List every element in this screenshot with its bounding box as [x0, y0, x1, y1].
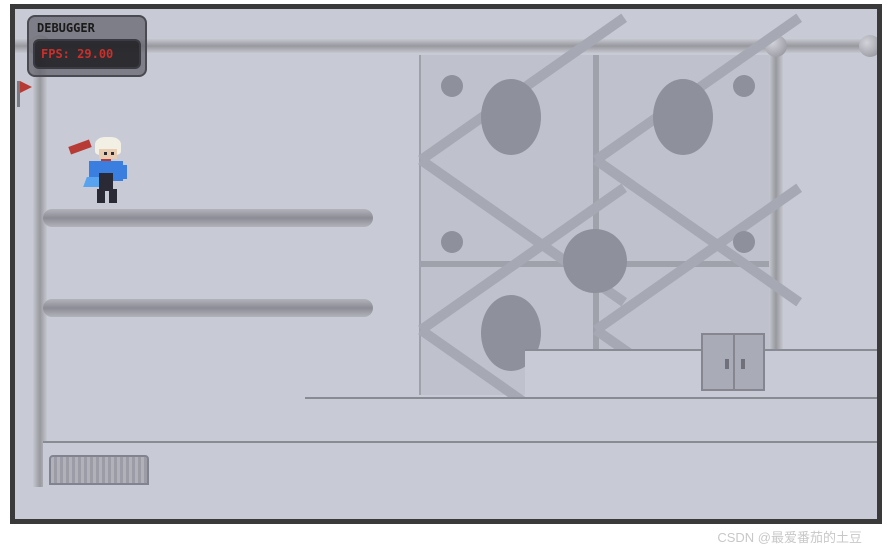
pipe-right	[769, 39, 783, 391]
debugger-panel[interactable]: DEBUGGER FPS: 29.00	[27, 15, 147, 77]
pipe-joint	[859, 35, 877, 57]
checkpoint-flag	[17, 81, 20, 107]
floor-mat	[49, 455, 149, 485]
stair-step	[305, 397, 877, 441]
platform	[43, 299, 373, 317]
platform	[43, 209, 373, 227]
ground	[15, 487, 877, 519]
watermark: CSDN @最爱番茄的土豆	[717, 527, 862, 546]
fps-value: 29.00	[77, 47, 113, 61]
fps-readout: FPS: 29.00	[33, 39, 141, 69]
player-character[interactable]	[75, 137, 135, 197]
debugger-title: DEBUGGER	[33, 21, 141, 39]
fps-label: FPS:	[41, 47, 70, 61]
locker[interactable]	[701, 333, 765, 391]
pipe-left	[33, 39, 47, 499]
window-frame: DEBUGGER FPS: 29.00	[10, 4, 882, 524]
game-viewport[interactable]: DEBUGGER FPS: 29.00	[15, 9, 877, 519]
